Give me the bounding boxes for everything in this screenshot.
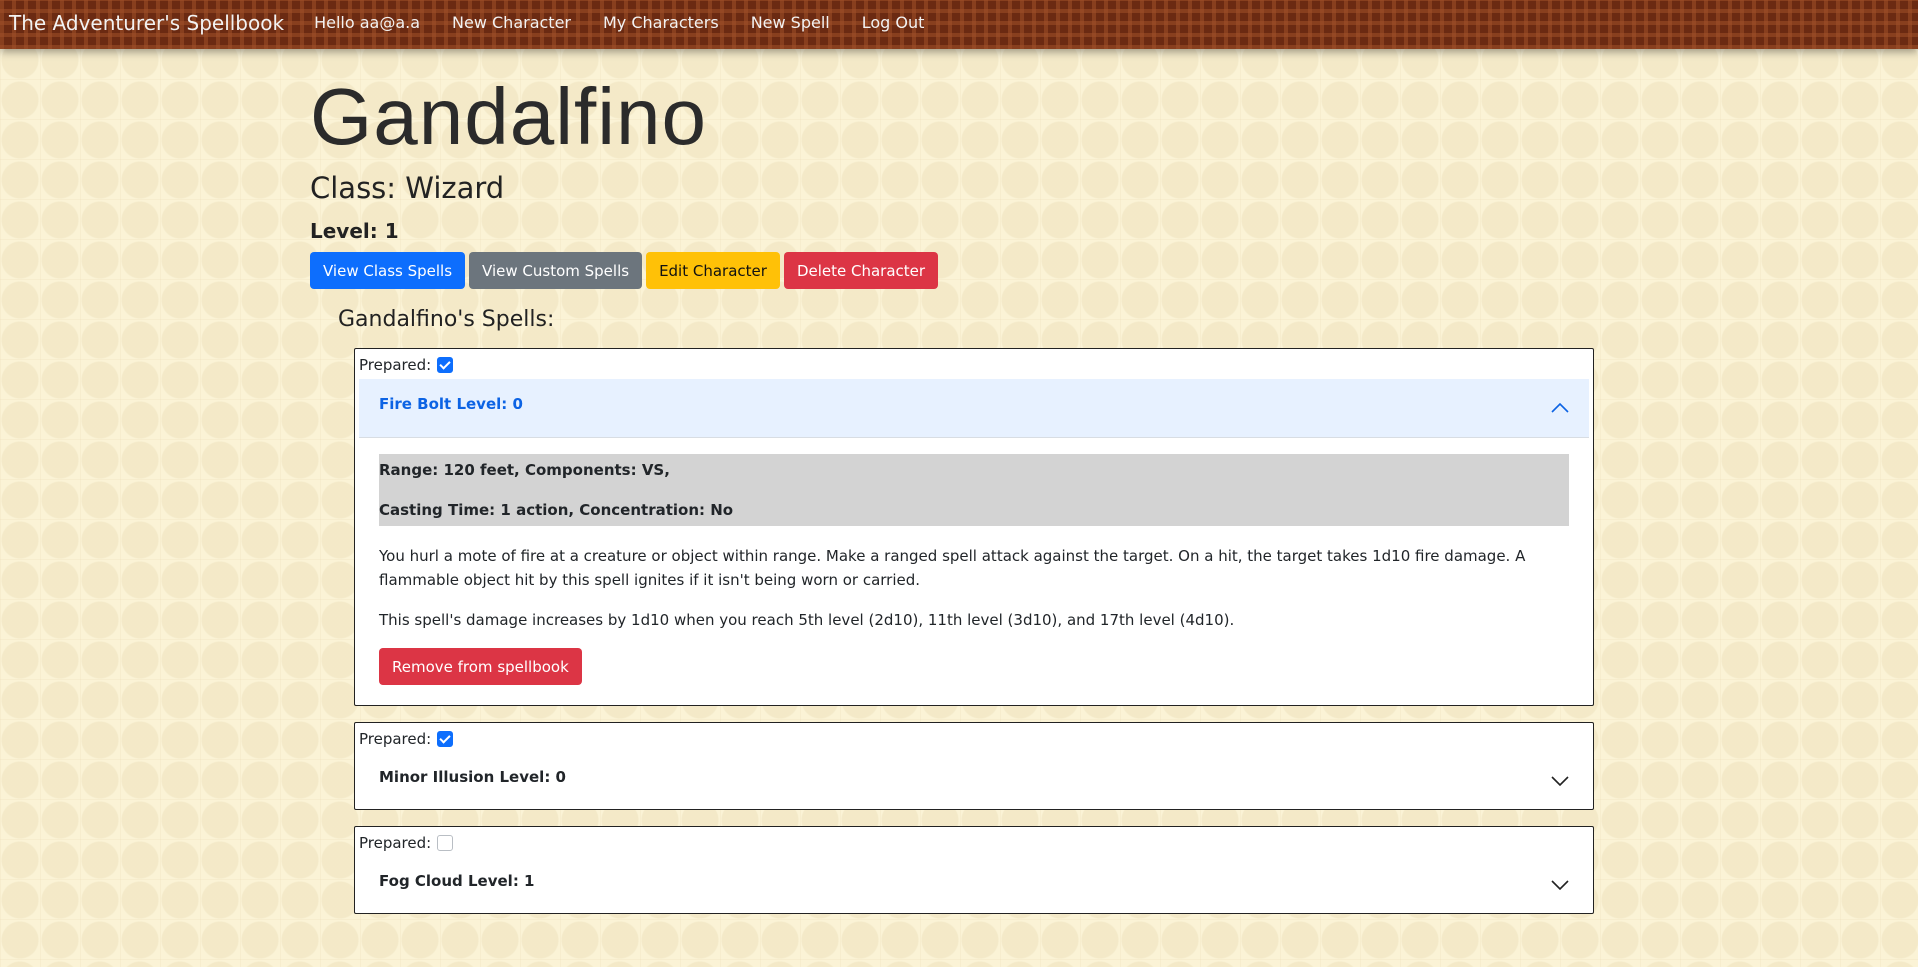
chevron-down-icon [1551,776,1569,786]
prepared-checkbox[interactable] [437,835,454,851]
character-name: Gandalfino [310,72,707,161]
spells-heading: Gandalfino's Spells: [338,307,555,332]
prepared-label: Prepared: [359,834,432,852]
nav-my-characters[interactable]: My Characters [603,13,719,37]
spell-casting-concentration: Casting Time: 1 action, Concentration: N… [379,501,734,519]
character-level: Level: 1 [310,219,399,243]
spell-higher-levels: This spell's damage increases by 1d10 wh… [379,611,1235,629]
brand-link[interactable]: The Adventurer's Spellbook [9,11,284,39]
spell-title: Fire Bolt Level: 0 [379,395,523,413]
chevron-up-icon [1551,403,1569,413]
nav-log-out[interactable]: Log Out [862,13,925,37]
spell-description: You hurl a mote of fire at a creature or… [379,547,1526,589]
edit-character-button[interactable]: Edit Character [646,252,780,289]
spell-accordion-header[interactable]: Minor Illusion Level: 0 [359,753,1589,809]
navbar: The Adventurer's Spellbook Hello aa@a.a … [0,0,1918,49]
main-content: Gandalfino Class: Wizard Level: 1 View C… [310,49,1600,914]
nav-greeting[interactable]: Hello aa@a.a [314,13,420,37]
spell-title: Minor Illusion Level: 0 [379,768,566,786]
character-class: Class: Wizard [310,171,505,205]
spell-card-fire-bolt: Prepared: Fire Bolt Level: 0 Range: 120 … [354,348,1594,706]
prepared-row: Prepared: [355,349,1593,377]
prepared-row: Prepared: [355,723,1593,751]
prepared-row: Prepared: [355,827,1593,855]
spell-accordion-header[interactable]: Fire Bolt Level: 0 [359,379,1589,438]
view-custom-spells-button[interactable]: View Custom Spells [469,252,643,289]
nav-new-character[interactable]: New Character [452,13,571,37]
spell-range-components: Range: 120 feet, Components: VS, [379,461,670,479]
spell-title: Fog Cloud Level: 1 [379,872,535,890]
prepared-checkbox[interactable] [437,731,454,747]
prepared-label: Prepared: [359,730,432,748]
spell-card-fog-cloud: Prepared: Fog Cloud Level: 1 [354,826,1594,914]
prepared-checkbox[interactable] [437,357,454,373]
spell-accordion-header[interactable]: Fog Cloud Level: 1 [359,857,1589,913]
chevron-down-icon [1551,880,1569,890]
nav-new-spell[interactable]: New Spell [751,13,830,37]
view-class-spells-button[interactable]: View Class Spells [310,252,466,289]
spell-accordion-body: Range: 120 feet, Components: VS, Casting… [355,438,1593,705]
remove-from-spellbook-button[interactable]: Remove from spellbook [379,648,582,685]
prepared-label: Prepared: [359,356,432,374]
delete-character-button[interactable]: Delete Character [783,252,939,289]
spell-card-minor-illusion: Prepared: Minor Illusion Level: 0 [354,722,1594,810]
spell-info-box: Range: 120 feet, Components: VS, Casting… [379,454,1569,526]
character-actions: View Class Spells View Custom Spells Edi… [310,252,1600,289]
